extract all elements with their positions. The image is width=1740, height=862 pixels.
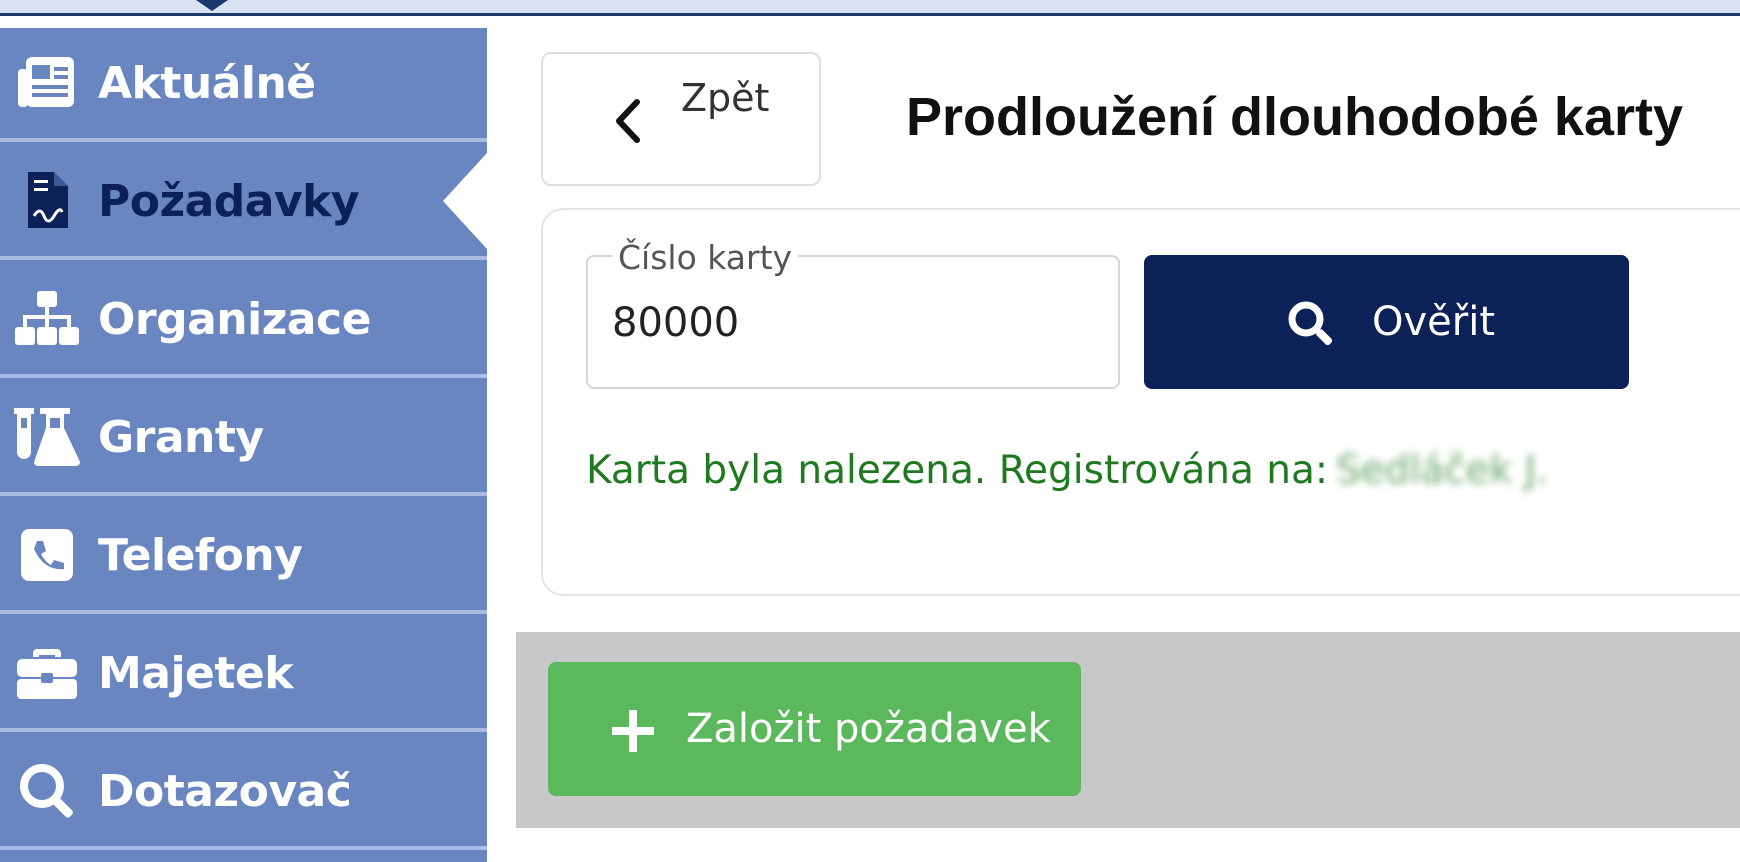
back-button-label[interactable]: Zpět (681, 76, 769, 120)
sidebar: Aktuálně Požadavky Organizace Granty Tel… (0, 28, 487, 862)
card-number-label: Číslo karty (612, 238, 799, 277)
top-bar (0, 0, 1740, 16)
briefcase-icon (12, 638, 82, 708)
card-number-input[interactable] (612, 300, 1092, 346)
sidebar-item-label: Dotazovač (98, 765, 352, 817)
newspaper-icon (12, 48, 82, 118)
registered-name: Sedláček J. (1336, 448, 1549, 493)
flask-icon (12, 402, 82, 472)
create-request-label: Založit požadavek (686, 706, 1051, 752)
create-request-button[interactable]: Založit požadavek (548, 662, 1081, 796)
search-icon (1286, 299, 1336, 349)
sidebar-item-majetek[interactable]: Majetek (0, 618, 487, 732)
plus-icon (608, 706, 658, 756)
sidebar-item-label: Aktuálně (98, 57, 316, 109)
sidebar-item-pozadavky[interactable]: Požadavky (0, 146, 487, 260)
sidebar-item-label: Majetek (98, 647, 294, 699)
sidebar-item-dotazovac[interactable]: Dotazovač (0, 736, 487, 850)
sidebar-item-granty[interactable]: Granty (0, 382, 487, 496)
sidebar-item-label: Organizace (98, 293, 371, 345)
card-found-text: Karta byla nalezena. Registrována na: (586, 448, 1329, 493)
page-title: Prodloužení dlouhodobé karty (906, 87, 1684, 147)
org-chart-icon (12, 284, 82, 354)
sidebar-item-telefony[interactable]: Telefony (0, 500, 487, 614)
sidebar-item-organizace[interactable]: Organizace (0, 264, 487, 378)
verify-button-label: Ověřit (1372, 299, 1496, 345)
search-icon (12, 756, 82, 826)
sidebar-item-label: Telefony (98, 529, 303, 581)
chevron-left-icon (609, 98, 651, 144)
logo-shield-icon (196, 0, 228, 11)
sidebar-item-aktualne[interactable]: Aktuálně (0, 28, 487, 142)
card-found-message: Karta byla nalezena. Registrována na: Sed… (586, 448, 1549, 493)
verify-button[interactable]: Ověřit (1144, 255, 1629, 389)
phone-icon (12, 520, 82, 590)
sidebar-item-label: Granty (98, 411, 264, 463)
document-icon (12, 166, 82, 236)
active-indicator (443, 153, 487, 249)
sidebar-item-label: Požadavky (98, 175, 360, 227)
